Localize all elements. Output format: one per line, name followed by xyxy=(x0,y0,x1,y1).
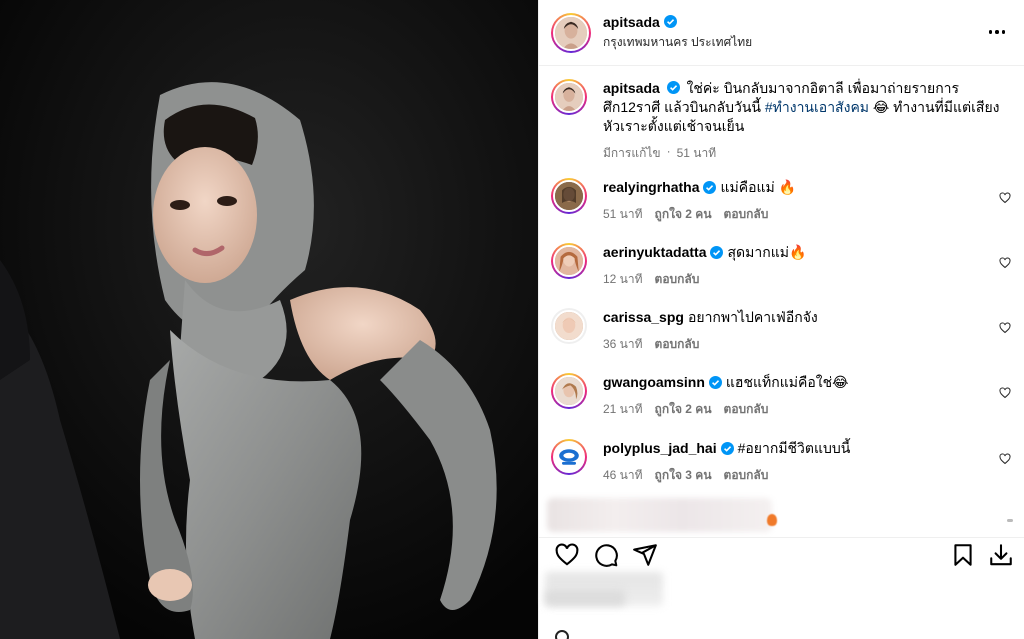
comment-text: แฮชแท็กแม่คือใช่😂 xyxy=(725,374,849,390)
comment-username[interactable]: carissa_spg xyxy=(603,308,684,327)
post-side-panel: apitsada กรุงเทพมหานคร ประเทศไทย apitsad… xyxy=(538,0,1024,639)
post-image xyxy=(0,0,538,639)
polyplus-logo-icon xyxy=(555,443,583,471)
more-options-button[interactable] xyxy=(985,22,1009,42)
heart-icon[interactable] xyxy=(999,322,1011,334)
emoji-icon[interactable] xyxy=(555,630,569,639)
comment-avatar[interactable] xyxy=(551,439,587,475)
comment-avatar[interactable] xyxy=(551,178,587,214)
meta-separator: · xyxy=(666,144,671,158)
heart-icon[interactable] xyxy=(999,192,1011,204)
comment-item: realyingrhatha แม่คือแม่ 🔥 51 นาที ถูกใจ… xyxy=(551,178,1013,224)
share-icon xyxy=(633,544,657,566)
avatar-image-icon xyxy=(555,377,583,405)
verified-badge-icon xyxy=(703,181,717,194)
author-username[interactable]: apitsada xyxy=(603,14,660,30)
comment-username[interactable]: aerinyuktadatta xyxy=(603,243,706,262)
comment-likes[interactable]: ถูกใจ 2 คน xyxy=(655,400,712,419)
comment-username[interactable]: realyingrhatha xyxy=(603,178,699,197)
comment-text: สุดมากแม่🔥 xyxy=(727,244,807,260)
save-button[interactable] xyxy=(950,542,976,568)
blurred-heart xyxy=(1007,519,1013,522)
verified-badge-icon xyxy=(710,246,724,259)
comment-time[interactable]: 36 นาที xyxy=(603,335,643,354)
comment-icon xyxy=(595,544,618,567)
verified-badge-icon xyxy=(708,376,722,389)
comment-item: aerinyuktadatta สุดมากแม่🔥 12 นาที ตอบกล… xyxy=(551,243,1013,289)
reply-button[interactable]: ตอบกลับ xyxy=(724,400,769,419)
comment-time[interactable]: 51 นาที xyxy=(603,205,643,224)
post-location[interactable]: กรุงเทพมหานคร ประเทศไทย xyxy=(603,33,752,52)
blurred-fire-emoji xyxy=(767,514,777,526)
comment-text: อยากพาไปคาเฟ่อีกจัง xyxy=(687,309,818,325)
heart-icon[interactable] xyxy=(999,387,1011,399)
comment-text: แม่คือแม่ 🔥 xyxy=(720,179,797,195)
caption-time[interactable]: 51 นาที xyxy=(677,144,717,163)
comment-button[interactable] xyxy=(593,542,619,568)
comment-avatar[interactable] xyxy=(551,308,587,344)
comment-item: polyplus_jad_hai #อยากมีชีวิตแบบนี้ 46 น… xyxy=(551,439,1013,485)
comment-time[interactable]: 46 นาที xyxy=(603,466,643,485)
heart-icon[interactable] xyxy=(999,257,1011,269)
heart-icon xyxy=(555,543,579,566)
comment-hashtag[interactable]: #อยากมีชีวิตแบบนี้ xyxy=(738,439,851,458)
more-horizontal-icon xyxy=(988,30,993,34)
author-avatar[interactable] xyxy=(551,12,591,53)
comment-time[interactable]: 12 นาที xyxy=(603,270,643,289)
reply-button[interactable]: ตอบกลับ xyxy=(724,205,769,224)
comment-likes[interactable]: ถูกใจ 3 คน xyxy=(655,466,712,485)
comment-avatar[interactable] xyxy=(551,243,587,279)
comment-username[interactable]: gwangoamsinn xyxy=(603,373,705,392)
reply-button[interactable]: ตอบกลับ xyxy=(655,270,700,289)
caption-avatar[interactable] xyxy=(551,79,587,115)
comment-time[interactable]: 21 นาที xyxy=(603,400,643,419)
post-actions-bar xyxy=(539,537,1024,569)
avatar-image-icon xyxy=(555,16,587,49)
download-button[interactable] xyxy=(988,542,1014,568)
comment-avatar[interactable] xyxy=(551,373,587,409)
avatar-image-icon xyxy=(555,247,583,275)
blurred-post-date xyxy=(545,590,625,606)
comment-username[interactable]: polyplus_jad_hai xyxy=(603,439,717,458)
comment-likes[interactable]: ถูกใจ 2 คน xyxy=(655,205,712,224)
post-photo[interactable] xyxy=(0,0,538,639)
post-caption: apitsada ใช่ค่ะ บินกลับมาจากอิตาลี เพื่อ… xyxy=(551,79,1011,163)
like-button[interactable] xyxy=(554,542,580,568)
blurred-comment xyxy=(547,498,772,532)
share-button[interactable] xyxy=(632,542,658,568)
caption-hashtag[interactable]: #ทำงานเอาสังคม xyxy=(765,99,869,115)
bookmark-icon xyxy=(954,544,972,566)
verified-badge-icon xyxy=(663,15,677,28)
verified-badge-icon xyxy=(720,442,734,455)
download-icon xyxy=(990,544,1012,566)
heart-icon[interactable] xyxy=(999,453,1011,465)
caption-edited-label: มีการแก้ไข xyxy=(603,146,661,160)
verified-badge-icon xyxy=(666,81,680,94)
avatar-image-icon xyxy=(555,83,583,111)
avatar-image-icon xyxy=(555,182,583,210)
caption-username[interactable]: apitsada xyxy=(603,80,660,96)
reply-button[interactable]: ตอบกลับ xyxy=(724,466,769,485)
avatar-image-icon xyxy=(555,312,583,340)
comments-list[interactable]: apitsada ใช่ค่ะ บินกลับมาจากอิตาลี เพื่อ… xyxy=(539,67,1024,537)
comment-item: carissa_spg อยากพาไปคาเฟ่อีกจัง 36 นาที … xyxy=(551,308,1013,354)
post-header: apitsada กรุงเทพมหานคร ประเทศไทย xyxy=(539,0,1024,66)
reply-button[interactable]: ตอบกลับ xyxy=(655,335,700,354)
comment-item: gwangoamsinn แฮชแท็กแม่คือใช่😂 21 นาที ถ… xyxy=(551,373,1013,419)
